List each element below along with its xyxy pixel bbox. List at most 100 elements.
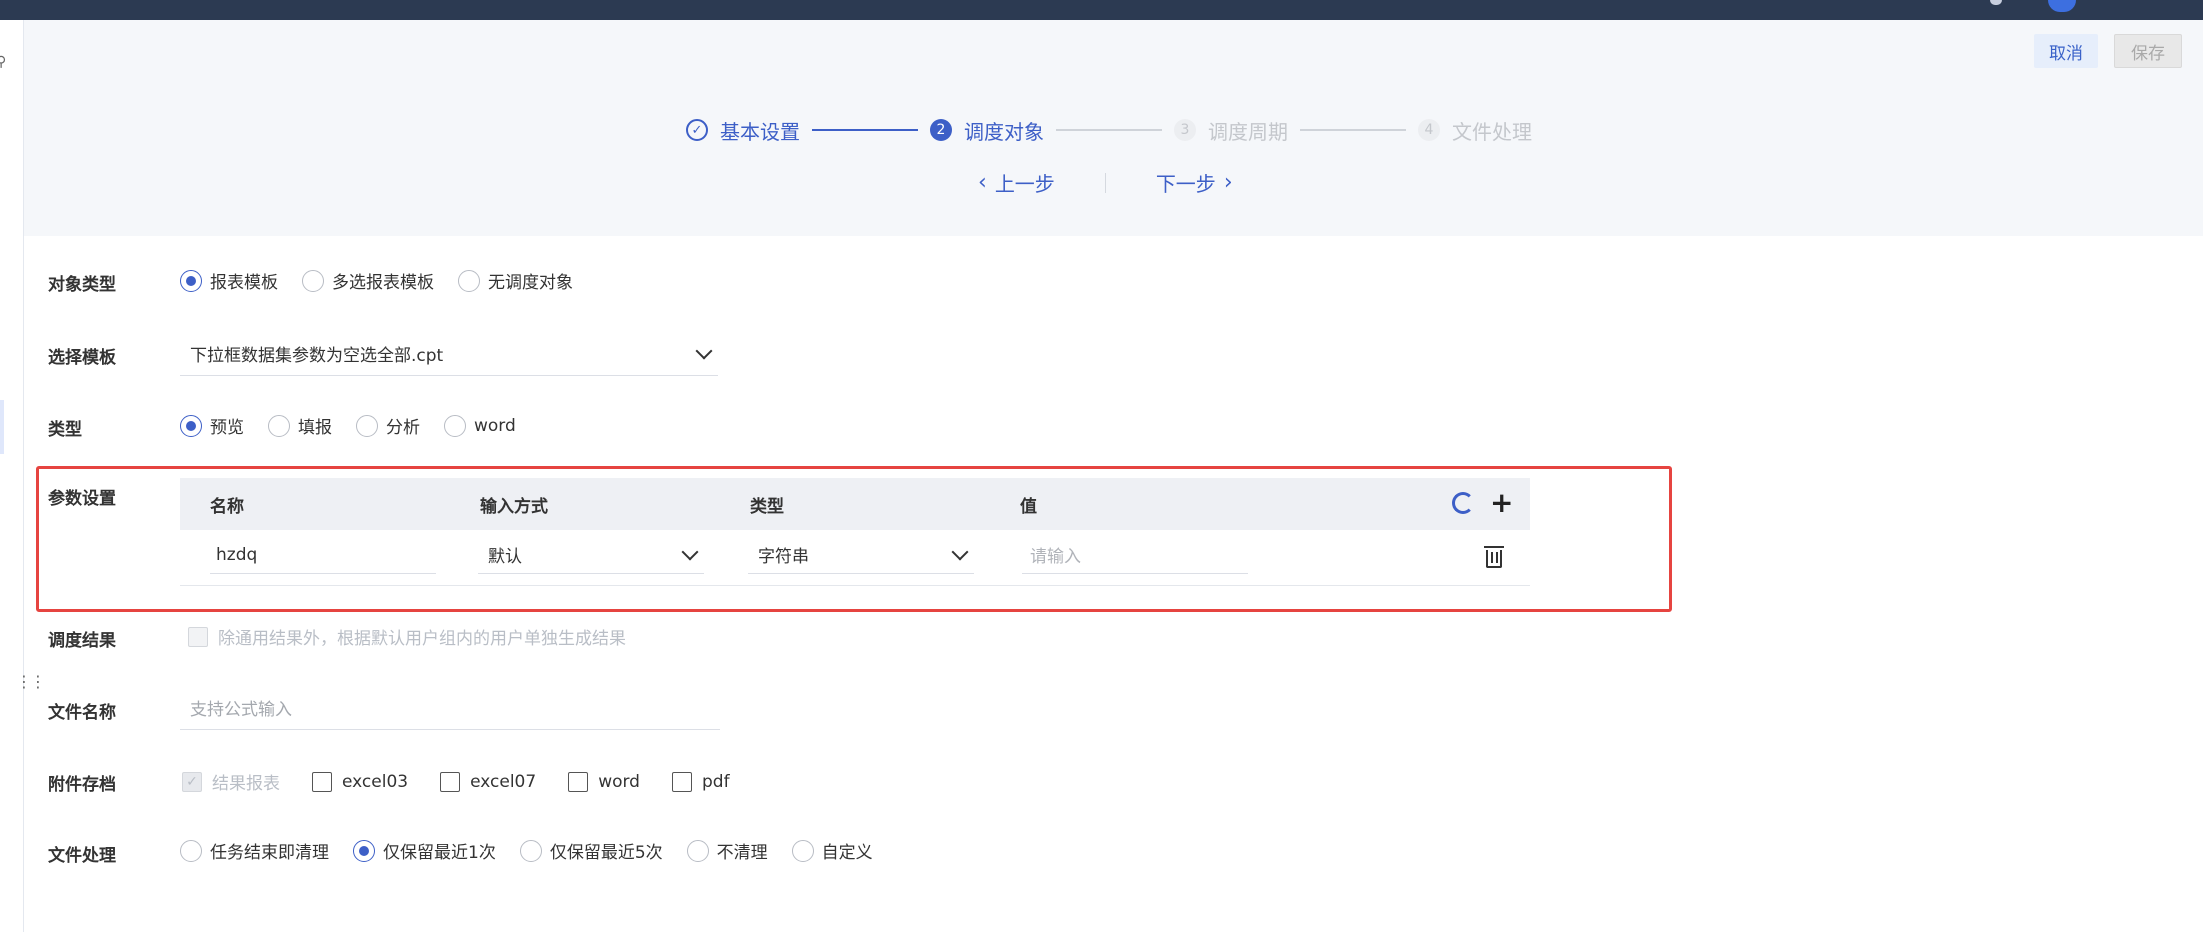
check-icon: ✓ [182, 771, 202, 792]
result-label: 调度结果 [48, 631, 116, 651]
radio-label: word [474, 415, 516, 436]
radio-circle [519, 839, 542, 862]
chevron-down-icon [695, 342, 713, 359]
checkbox-box [188, 626, 208, 647]
radio-label: 仅保留最近5次 [549, 843, 663, 863]
col-type: 类型 [750, 496, 784, 517]
template-label: 选择模板 [48, 348, 116, 368]
radio-circle [353, 839, 375, 862]
step-label: 基本设置 [720, 119, 800, 144]
attachment-checkbox-group: ✓ 结果报表 excel03 excel07 word pdf [182, 769, 762, 794]
radio-preview[interactable]: 预览 [180, 413, 244, 438]
params-table-header: 名称 输入方式 类型 值 + [180, 478, 1530, 530]
checkbox-word[interactable]: word [568, 771, 640, 792]
checkbox-result-report[interactable]: ✓ 结果报表 [182, 769, 280, 794]
step-number: 4 [1418, 119, 1440, 141]
radio-word[interactable]: word [444, 414, 516, 437]
radio-analysis[interactable]: 分析 [356, 413, 420, 438]
refresh-icon[interactable] [1452, 492, 1474, 514]
step-number: 3 [1174, 119, 1196, 141]
radio-clean-on-finish[interactable]: 任务结束即清理 [180, 838, 329, 863]
chevron-down-icon [951, 543, 969, 560]
radio-no-object[interactable]: 无调度对象 [458, 268, 573, 293]
file-handling-label: 文件处理 [48, 846, 116, 866]
file-handling-radio-group: 任务结束即清理 仅保留最近1次 仅保留最近5次 不清理 自定义 [180, 838, 897, 863]
radio-keep-last-1[interactable]: 仅保留最近1次 [353, 838, 496, 863]
radio-report-template[interactable]: 报表模板 [180, 268, 278, 293]
col-value: 值 [1020, 496, 1037, 517]
radio-circle [444, 414, 466, 437]
radio-fill[interactable]: 填报 [268, 413, 332, 438]
radio-label: 不清理 [716, 843, 768, 863]
next-step-button[interactable]: 下一步 › [1156, 168, 1241, 197]
checkbox-excel07[interactable]: excel07 [440, 771, 537, 792]
checkbox-box [440, 771, 461, 792]
step-label: 调度对象 [964, 119, 1044, 144]
checkbox-excel03[interactable]: excel03 [312, 771, 409, 792]
radio-circle [180, 414, 202, 437]
param-type-value: 字符串 [758, 547, 809, 567]
template-select[interactable]: 下拉框数据集参数为空选全部.cpt [180, 332, 718, 376]
input-mode-value: 默认 [488, 547, 522, 567]
object-type-label: 对象类型 [48, 275, 116, 295]
radio-keep-last-5[interactable]: 仅保留最近5次 [519, 838, 663, 863]
sidebar-active-indicator [0, 400, 4, 454]
chevron-left-icon: ‹ [978, 170, 987, 195]
chevron-down-icon [681, 543, 699, 560]
input-mode-select[interactable]: 默认 [478, 536, 704, 574]
prev-step-button[interactable]: ‹ 上一步 [970, 168, 1055, 197]
checkbox-label: 结果报表 [212, 774, 280, 794]
drag-handle-icon[interactable]: ⋮⋮ [16, 674, 46, 690]
result-checkbox-wrap: 除通用结果外，根据默认用户组内的用户单独生成结果 [188, 624, 626, 649]
step-indicator: ✓ 基本设置 2 调度对象 3 调度周期 4 文件处理 [686, 114, 1532, 146]
step-basic-settings[interactable]: ✓ 基本设置 [686, 116, 800, 145]
col-name: 名称 [210, 496, 244, 517]
add-icon[interactable]: + [1490, 489, 1513, 517]
checkbox-label: excel03 [342, 771, 409, 792]
checkbox-label: word [598, 771, 640, 792]
radio-label: 报表模板 [210, 273, 278, 293]
step-number: 2 [930, 119, 952, 141]
step-schedule-object[interactable]: 2 调度对象 [930, 116, 1044, 145]
param-value-placeholder: 请输入 [1030, 547, 1081, 567]
template-value: 下拉框数据集参数为空选全部.cpt [190, 346, 444, 366]
radio-circle [180, 269, 202, 292]
save-button[interactable]: 保存 [2114, 34, 2182, 68]
radio-label: 分析 [386, 418, 420, 438]
user-avatar[interactable] [2048, 0, 2076, 12]
step-connector [812, 129, 918, 131]
type-label: 类型 [48, 420, 82, 440]
file-name-placeholder: 支持公式输入 [190, 700, 292, 720]
checkbox-label: pdf [701, 771, 730, 792]
file-name-input[interactable]: 支持公式输入 [180, 686, 720, 730]
help-icon[interactable] [1990, 0, 2002, 5]
table-row: hzdq 默认 字符串 请输入 [180, 530, 1530, 586]
trash-icon[interactable] [1484, 546, 1504, 568]
radio-label: 自定义 [821, 843, 873, 863]
param-value-input[interactable]: 请输入 [1022, 536, 1248, 574]
step-schedule-period[interactable]: 3 调度周期 [1174, 116, 1288, 145]
step-file-handling[interactable]: 4 文件处理 [1418, 116, 1532, 145]
param-name-input[interactable]: hzdq [210, 536, 436, 574]
param-type-select[interactable]: 字符串 [748, 536, 974, 574]
attachment-label: 附件存档 [48, 775, 116, 795]
radio-label: 预览 [210, 418, 244, 438]
params-label: 参数设置 [48, 489, 116, 509]
checkbox-pdf[interactable]: pdf [671, 771, 730, 792]
radio-multi-report-template[interactable]: 多选报表模板 [302, 268, 434, 293]
prev-step-label: 上一步 [994, 172, 1055, 196]
file-name-label: 文件名称 [48, 703, 116, 723]
radio-custom[interactable]: 自定义 [791, 838, 873, 863]
object-type-radio-group: 报表模板 多选报表模板 无调度对象 [180, 268, 597, 293]
radio-label: 仅保留最近1次 [383, 843, 496, 863]
step-connector [1056, 129, 1162, 131]
cancel-button[interactable]: 取消 [2034, 34, 2098, 68]
left-sidebar: ⚲ ⋮⋮ [0, 20, 46, 932]
step-label: 调度周期 [1208, 119, 1288, 144]
sidebar-edge-icon[interactable]: ⚲ [0, 54, 6, 70]
check-circle-icon: ✓ [686, 119, 708, 141]
checkbox-label: excel07 [470, 771, 537, 792]
radio-no-clean[interactable]: 不清理 [686, 838, 768, 863]
step-navigation: ‹ 上一步 下一步 › [970, 168, 1241, 197]
result-checkbox[interactable]: 除通用结果外，根据默认用户组内的用户单独生成结果 [188, 624, 658, 651]
